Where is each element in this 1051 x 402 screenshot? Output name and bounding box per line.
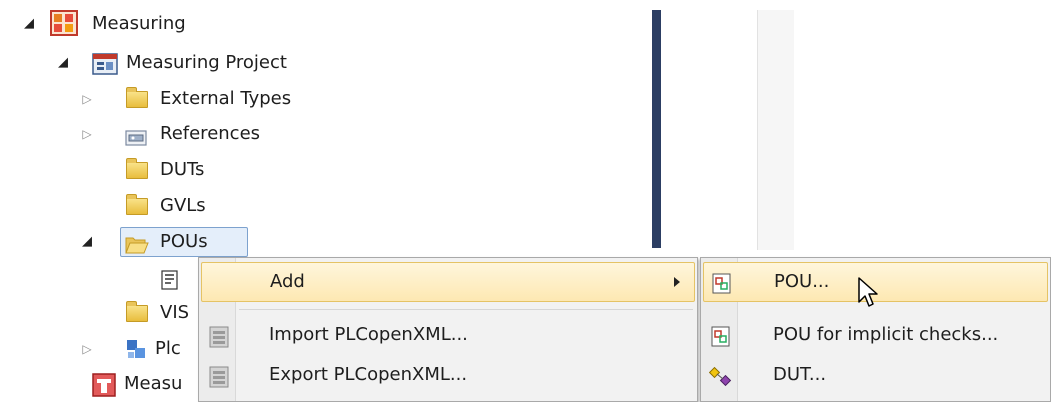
dut-icon	[708, 364, 733, 402]
tree-node-label: DUTs	[160, 159, 205, 180]
menu-item-label: DUT...	[773, 364, 827, 385]
expanded-arrow-icon[interactable]: ◢	[56, 46, 70, 80]
folder-icon	[126, 194, 148, 215]
tree-node-duts[interactable]: DUTs	[0, 153, 640, 187]
tree-node-label: GVLs	[160, 195, 206, 216]
menu-item-label: POU...	[774, 271, 830, 292]
expanded-arrow-icon[interactable]: ◢	[22, 7, 36, 41]
device-icon	[92, 373, 116, 397]
menu-item-label: POU for implicit checks...	[773, 324, 999, 345]
open-folder-icon	[125, 232, 149, 254]
menu-separator	[239, 309, 693, 310]
tree-node-label: Plc	[155, 338, 181, 359]
menu-item-export-plcopenxml[interactable]: Export PLCopenXML...	[201, 356, 695, 394]
pou-icon	[712, 271, 732, 309]
tree-node-references[interactable]: ▷ References	[0, 117, 640, 151]
menu-item-label: Import PLCopenXML...	[269, 324, 468, 345]
editor-pane	[758, 10, 794, 250]
menu-item-label: Add	[270, 271, 305, 292]
references-icon	[125, 125, 147, 146]
tree-node-label: Measuring Project	[126, 52, 287, 73]
tree-node-root[interactable]: ◢ Measuring	[0, 7, 640, 41]
collapsed-arrow-icon[interactable]: ▷	[80, 82, 94, 116]
tree-node-label: Measu	[124, 373, 183, 394]
tree-node-project[interactable]: ◢ Measuring Project	[0, 46, 640, 80]
tree-node-measuring-2[interactable]: Measu	[0, 367, 200, 401]
folder-icon	[126, 158, 148, 179]
submenu-item-pou-implicit-checks[interactable]: POU for implicit checks...	[703, 316, 1048, 354]
pane-splitter[interactable]	[652, 10, 661, 248]
folder-icon	[126, 87, 148, 108]
tree-node-label: POUs	[160, 231, 208, 252]
tree-node-vis[interactable]: VIS	[0, 296, 200, 330]
folder-icon	[126, 301, 148, 322]
collapsed-arrow-icon[interactable]: ▷	[80, 117, 94, 151]
tree-node-pous[interactable]: ◢ POUs	[0, 225, 640, 259]
solution-icon	[50, 10, 78, 36]
context-menu: Add Import PLCopenXML... Export PLCopenX…	[198, 257, 698, 402]
tree-node-external-types[interactable]: ▷ External Types	[0, 82, 640, 116]
tree-node-label: External Types	[160, 88, 292, 109]
collapsed-arrow-icon[interactable]: ▷	[80, 332, 94, 366]
tree-node-label: References	[160, 123, 261, 144]
menu-item-label: Export PLCopenXML...	[269, 364, 468, 385]
submenu-item-dut[interactable]: DUT...	[703, 356, 1048, 394]
task-icon	[125, 338, 147, 358]
export-xml-icon	[208, 364, 230, 402]
mouse-cursor-icon	[857, 276, 883, 315]
tree-node-label: VIS	[160, 302, 190, 323]
menu-item-add[interactable]: Add	[201, 262, 695, 302]
submenu-arrow-icon	[674, 277, 680, 287]
tree-node-program[interactable]	[0, 261, 200, 295]
tree-node-label: Measuring	[92, 13, 186, 34]
menu-item-import-plcopenxml[interactable]: Import PLCopenXML...	[201, 316, 695, 354]
program-icon	[160, 268, 182, 290]
tree-node-plc[interactable]: ▷ Plc	[0, 332, 200, 366]
expanded-arrow-icon[interactable]: ◢	[80, 225, 94, 259]
tree-node-gvls[interactable]: GVLs	[0, 189, 640, 223]
plc-project-icon	[92, 51, 118, 75]
